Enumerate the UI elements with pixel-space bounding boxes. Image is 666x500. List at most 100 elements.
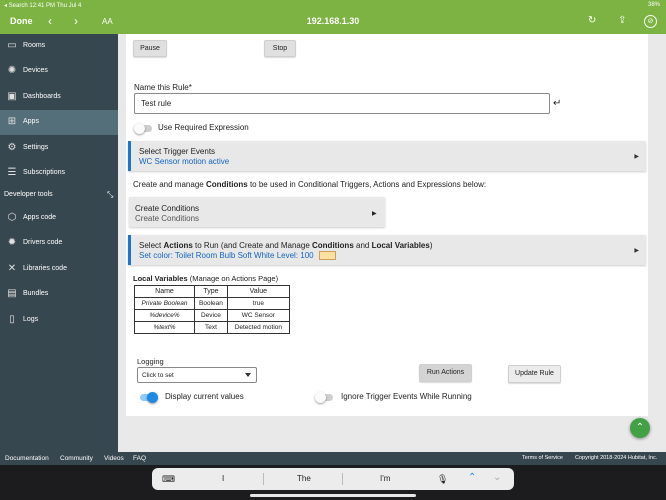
create-conditions-button[interactable]: Create Conditions Create Conditions ▶	[129, 197, 385, 227]
keyboard-suggestion-bar: ⌨ I The I'm 🎙 ⌃ ⌄	[152, 468, 514, 490]
footer-link-documentation[interactable]: Documentation	[5, 455, 49, 462]
share-icon[interactable]: ⇪	[618, 15, 626, 26]
sidebar-item-apps[interactable]: ⊞ Apps	[0, 110, 118, 135]
table-cell: Text	[194, 321, 228, 334]
footer-link-videos[interactable]: Videos	[104, 455, 124, 462]
sidebar-item-label: Devices	[23, 67, 48, 74]
trigger-title: Select Trigger Events	[139, 147, 216, 156]
suggestion-3[interactable]: I'm	[380, 474, 390, 483]
sidebar-item-label: Dashboards	[23, 93, 61, 100]
keyboard-icon[interactable]: ⌨	[162, 474, 175, 485]
display-current-values-toggle[interactable]	[140, 392, 158, 403]
sidebar-item-apps-code[interactable]: ⬡ Apps code	[0, 206, 118, 231]
sidebar-item-label: Apps code	[23, 214, 57, 221]
logs-icon: ▯	[9, 314, 15, 325]
table-cell: WC Sensor	[226, 309, 290, 322]
sidebar-item-label: Apps	[23, 118, 39, 125]
ignore-trigger-label: Ignore Trigger Events While Running	[341, 392, 472, 401]
chevron-down-icon	[245, 373, 251, 377]
table-cell: %device%	[134, 309, 195, 322]
footer-link-community[interactable]: Community	[60, 455, 93, 462]
create-conditions-title: Create Conditions	[135, 204, 200, 213]
home-indicator	[250, 494, 416, 497]
rule-name-input[interactable]: Test rule	[134, 93, 550, 114]
subscriptions-icon: ☰	[7, 167, 17, 178]
actions-title: Select Actions to Run (and Create and Ma…	[139, 241, 433, 250]
select-trigger-events[interactable]: Select Trigger Events WC Sensor motion a…	[128, 141, 646, 171]
sidebar-item-label: Libraries code	[23, 265, 67, 272]
suggestion-1[interactable]: I	[222, 474, 224, 483]
ignore-trigger-toggle[interactable]	[315, 392, 333, 403]
sidebar-item-label: Logs	[23, 316, 39, 323]
column-header: Type	[194, 285, 228, 298]
table-cell: Detected motion	[226, 321, 290, 334]
logging-select-value: Click to set	[142, 372, 174, 379]
chevron-right-icon: ▶	[634, 154, 639, 160]
table-row: %text% Text Detected motion	[134, 321, 290, 334]
sidebar-item-label: Drivers code	[23, 239, 63, 246]
update-rule-button[interactable]: Update Rule	[508, 365, 561, 383]
sidebar-item-dashboards[interactable]: ▣ Dashboards	[0, 85, 118, 110]
sidebar-item-libraries-code[interactable]: ✕ Libraries code	[0, 257, 118, 282]
drivers-code-icon: ✹	[7, 237, 17, 248]
required-expression-toggle[interactable]	[134, 123, 152, 134]
local-variables-title: Local Variables (Manage on Actions Page)	[133, 274, 279, 283]
dashboard-icon: ▣	[7, 91, 17, 102]
trigger-subtitle: WC Sensor motion active	[139, 157, 230, 166]
footer: Documentation Community Videos FAQ Terms…	[0, 452, 666, 465]
rule-name-label: Name this Rule*	[134, 83, 192, 92]
sidebar-item-rooms[interactable]: ▭ Rooms	[0, 34, 118, 59]
conditions-intro: Create and manage Conditions to be used …	[133, 180, 487, 189]
color-swatch	[318, 251, 336, 261]
bundles-icon: ▤	[7, 288, 17, 299]
sidebar-item-devices[interactable]: ✺ Devices	[0, 59, 118, 84]
sidebar-item-settings[interactable]: ⚙ Settings	[0, 136, 118, 161]
table-header-row: Name Type Value	[134, 285, 290, 298]
table-row: Private Boolean Boolean true	[134, 297, 290, 310]
required-expression-label: Use Required Expression	[158, 123, 249, 132]
rule-panel: Pause Stop Name this Rule* Test rule ↵ U…	[126, 34, 648, 416]
sidebar-item-bundles[interactable]: ▤ Bundles	[0, 282, 118, 307]
footer-link-faq[interactable]: FAQ	[133, 455, 146, 462]
bulb-icon: ✺	[7, 65, 17, 76]
chevron-down-icon[interactable]: ⌄	[493, 472, 501, 483]
microphone-icon[interactable]: 🎙	[437, 474, 448, 485]
divider	[263, 473, 264, 485]
browser-toolbar: Done ‹ › AA 192.168.1.30 ↻ ⇪ ⊘	[0, 11, 666, 34]
sidebar-item-logs[interactable]: ▯ Logs	[0, 308, 118, 333]
status-bar: ◂ Search 12:41 PM Thu Jul 4 38%	[0, 0, 666, 11]
terms-of-service-link[interactable]: Terms of Service	[522, 455, 563, 461]
compass-icon[interactable]: ⊘	[644, 15, 657, 28]
reload-icon[interactable]: ↻	[588, 15, 596, 26]
table-cell: Private Boolean	[134, 297, 195, 310]
battery-level: 38%	[647, 2, 660, 8]
sidebar-item-label: Bundles	[23, 290, 49, 297]
pause-button[interactable]: Pause	[133, 40, 167, 57]
collapse-icon[interactable]: ⤡	[107, 190, 113, 200]
display-current-values-label: Display current values	[165, 392, 244, 401]
run-actions-button[interactable]: Run Actions	[419, 364, 472, 382]
rooms-icon: ▭	[7, 40, 17, 51]
suggestion-2[interactable]: The	[297, 474, 311, 483]
chevron-up-icon[interactable]: ⌃	[468, 472, 476, 483]
sidebar-item-subscriptions[interactable]: ☰ Subscriptions	[0, 161, 118, 186]
divider	[342, 473, 343, 485]
sidebar-item-drivers-code[interactable]: ✹ Drivers code	[0, 231, 118, 256]
copyright-text: Copyright 2018-2024 Hubitat, Inc.	[575, 455, 658, 461]
keyboard-bar: ⌨ I The I'm 🎙 ⌃ ⌄	[0, 465, 666, 500]
address-bar[interactable]: 192.168.1.30	[0, 16, 666, 26]
table-cell: Device	[194, 309, 228, 322]
table-cell: true	[226, 297, 290, 310]
column-header: Name	[134, 285, 195, 298]
actions-subtitle: Set color: Toilet Room Bulb Soft White L…	[139, 251, 336, 261]
select-actions[interactable]: Select Actions to Run (and Create and Ma…	[128, 235, 646, 265]
stop-button[interactable]: Stop	[264, 40, 296, 57]
table-cell: %text%	[134, 321, 195, 334]
apps-icon: ⊞	[7, 116, 17, 127]
status-bar-left: ◂ Search 12:41 PM Thu Jul 4	[4, 3, 82, 9]
sidebar-item-label: Settings	[23, 144, 49, 151]
logging-label: Logging	[137, 357, 164, 366]
settings-icon: ⚙	[7, 142, 17, 153]
scroll-to-top-button[interactable]: ⌃	[630, 418, 650, 438]
logging-select[interactable]: Click to set	[137, 367, 257, 383]
